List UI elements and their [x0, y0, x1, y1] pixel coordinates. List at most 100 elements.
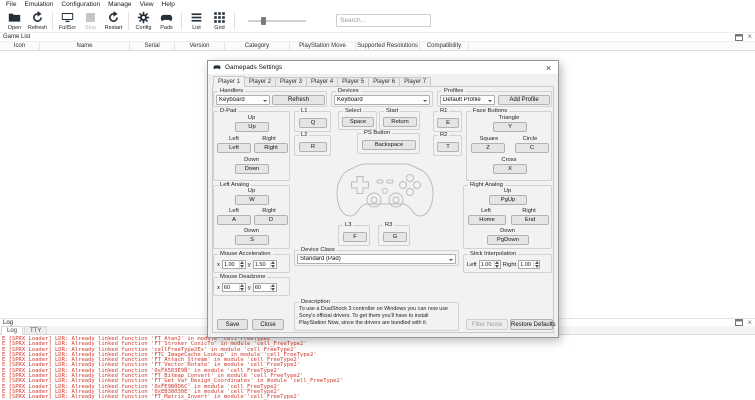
r3-button[interactable]: G [383, 232, 407, 242]
column-header-compatibility[interactable]: Compatibility [420, 42, 469, 50]
pads-button[interactable]: Pads [155, 9, 178, 32]
list-view-button[interactable]: List [185, 9, 208, 32]
tab-player-5[interactable]: Player 5 [338, 77, 369, 87]
gamepads-settings-dialog: Gamepads Settings × Player 1 Player 2 Pl… [207, 60, 559, 338]
tab-player-6[interactable]: Player 6 [369, 77, 400, 87]
grid-view-button[interactable]: Grid [208, 9, 231, 32]
spinner-arrows-icon[interactable] [270, 261, 276, 268]
stick-interp-left-stepper[interactable]: 1.00 [479, 260, 501, 269]
close-button[interactable]: Close [252, 319, 284, 330]
device-class-select[interactable]: Standard (Pad) [297, 254, 456, 264]
restore-defaults-button[interactable]: Restore Defaults [510, 319, 553, 330]
menu-file[interactable]: File [2, 0, 20, 9]
tab-player-2[interactable]: Player 2 [245, 77, 276, 87]
right-analog-down-button[interactable]: PgDown [487, 235, 529, 245]
config-label: Config [136, 25, 152, 31]
dock-close-icon[interactable]: × [747, 34, 752, 40]
open-button[interactable]: Open [3, 9, 26, 32]
device-select[interactable]: Keyboard [334, 95, 430, 105]
tab-player-4[interactable]: Player 4 [307, 77, 338, 87]
pads-label: Pads [160, 25, 173, 31]
refresh-devices-button[interactable]: Refresh [272, 95, 325, 105]
l2-button[interactable]: R [299, 142, 327, 152]
left-analog-down-button[interactable]: S [235, 235, 269, 245]
mouse-acceleration-group: Mouse Acceleration x 1.00 y 1.50 [213, 254, 290, 273]
dpad-down-button[interactable]: Down [235, 164, 269, 174]
dock-float-icon[interactable] [735, 319, 743, 326]
filter-noise-button[interactable]: Filter Noise [466, 319, 508, 330]
left-analog-up-button[interactable]: W [235, 195, 269, 205]
r1-button[interactable]: E [437, 118, 459, 128]
spinner-arrows-icon[interactable] [494, 261, 500, 268]
column-header-supported-resolutions[interactable]: Supported Resolutions [356, 42, 420, 50]
search-input[interactable] [336, 14, 431, 27]
menu-manage[interactable]: Manage [104, 0, 136, 9]
r1-group-title: R1 [438, 108, 449, 115]
right-analog-left-button[interactable]: Home [468, 215, 506, 225]
column-header-version[interactable]: Version [175, 42, 225, 50]
grid-view-label: Grid [214, 25, 224, 31]
list-view-label: List [192, 25, 201, 31]
refresh-button[interactable]: Refresh [26, 9, 49, 32]
left-analog-right-button[interactable]: D [254, 215, 288, 225]
dpad-right-button[interactable]: Right [254, 143, 288, 153]
dock-float-icon[interactable] [735, 34, 743, 41]
cross-button[interactable]: X [493, 164, 527, 174]
stick-interp-left-label: Left [467, 262, 477, 268]
mouse-accel-y-stepper[interactable]: 1.50 [253, 260, 277, 269]
menu-emulation[interactable]: Emulation [20, 0, 57, 9]
restart-button[interactable]: Restart [102, 9, 125, 32]
handler-select[interactable]: Keyboard [216, 95, 270, 105]
mouse-deadzone-y-stepper[interactable]: 60 [253, 283, 277, 292]
start-button[interactable]: Return [383, 117, 417, 127]
dpad-up-button[interactable]: Up [235, 122, 269, 132]
square-button[interactable]: Z [471, 143, 505, 153]
left-analog-left-button[interactable]: A [217, 215, 251, 225]
fullscreen-button[interactable]: FullScr [56, 9, 79, 32]
triangle-button[interactable]: Y [493, 122, 527, 132]
menu-view[interactable]: View [136, 0, 158, 9]
circle-label: Circle [509, 136, 551, 142]
mouse-deadzone-x-stepper[interactable]: 60 [222, 283, 246, 292]
menu-configuration[interactable]: Configuration [57, 0, 104, 9]
spinner-arrows-icon[interactable] [239, 284, 245, 291]
spinner-arrows-icon[interactable] [533, 261, 539, 268]
column-header-name[interactable]: Name [40, 42, 130, 50]
column-header-category[interactable]: Category [225, 42, 290, 50]
r3-group: R3 G [378, 225, 410, 246]
slider-thumb[interactable] [261, 17, 266, 25]
menu-help[interactable]: Help [158, 0, 179, 9]
column-header-icon[interactable]: Icon [0, 42, 40, 50]
dock-close-icon[interactable]: × [747, 320, 752, 326]
profile-select[interactable]: Default Profile [440, 95, 495, 105]
right-analog-up-button[interactable]: PgUp [489, 195, 527, 205]
tab-player-1[interactable]: Player 1 [213, 76, 245, 87]
column-header-playstation-move[interactable]: PlayStation Move [290, 42, 356, 50]
stop-button[interactable]: Stop [79, 9, 102, 32]
spinner-arrows-icon[interactable] [239, 261, 245, 268]
l1-button[interactable]: Q [299, 118, 327, 128]
save-button[interactable]: Save [217, 319, 248, 330]
tab-log[interactable]: Log [1, 326, 23, 335]
add-profile-button[interactable]: Add Profile [498, 95, 550, 105]
l3-button[interactable]: F [343, 232, 367, 242]
log-output[interactable]: E [SPRX Loader] LDR: Already linked func… [0, 336, 755, 400]
mouse-accel-x-stepper[interactable]: 1.00 [222, 260, 246, 269]
stick-interp-right-stepper[interactable]: 1.00 [518, 260, 540, 269]
start-group-title: Start [384, 108, 400, 115]
circle-button[interactable]: C [515, 143, 549, 153]
right-analog-right-button[interactable]: End [511, 215, 549, 225]
icon-size-slider[interactable] [248, 15, 306, 27]
column-header-serial[interactable]: Serial [130, 42, 175, 50]
ps-button[interactable]: Backspace [362, 140, 416, 150]
tab-player-7[interactable]: Player 7 [400, 77, 431, 87]
dpad-left-button[interactable]: Left [217, 143, 251, 153]
spinner-arrows-icon[interactable] [270, 284, 276, 291]
select-button[interactable]: Space [342, 117, 374, 127]
config-button[interactable]: Config [132, 9, 155, 32]
mouse-deadzone-x-label: x [217, 285, 220, 291]
tab-player-3[interactable]: Player 3 [276, 77, 307, 87]
tab-tty[interactable]: TTY [24, 326, 47, 334]
r2-button[interactable]: T [437, 142, 459, 152]
chevron-down-icon [261, 97, 269, 104]
